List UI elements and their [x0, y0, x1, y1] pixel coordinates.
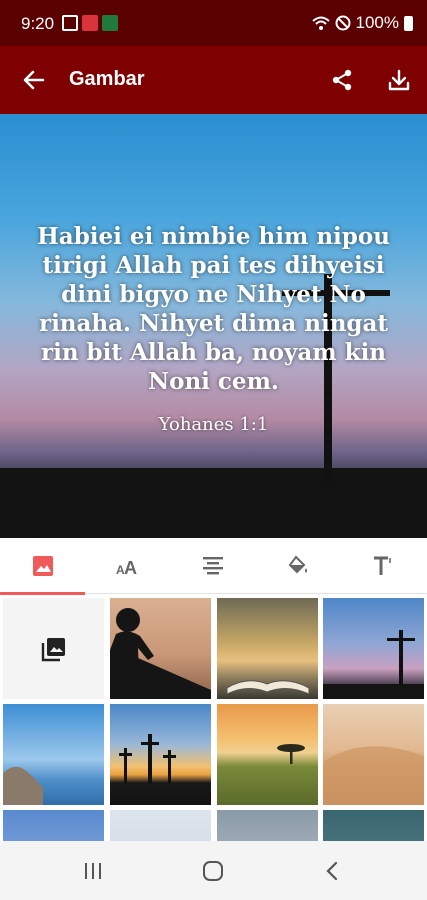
battery-icon: [404, 15, 413, 31]
page-title: Gambar: [69, 68, 145, 90]
status-bar: 9:20 100%: [0, 0, 427, 46]
thumbnail-three-crosses[interactable]: [110, 704, 211, 805]
align-center-icon: [202, 557, 223, 575]
thumbnail-pale-sky[interactable]: [110, 810, 211, 841]
tab-color[interactable]: [255, 538, 340, 594]
tab-background-image[interactable]: [0, 538, 85, 595]
share-button[interactable]: [322, 60, 362, 100]
font-style-icon: [373, 556, 391, 575]
thumbnail-dark-teal[interactable]: [323, 810, 424, 841]
child-silhouette-image: [110, 608, 211, 699]
recents-icon: [85, 863, 101, 879]
horizon-silhouette: [0, 468, 427, 538]
thumbnail-cross-dusk[interactable]: [323, 598, 424, 699]
thumbnail-child-reading[interactable]: [110, 598, 211, 699]
do-not-disturb-icon: [335, 15, 351, 31]
verse-text[interactable]: Habiei ei nimbie him nipou tirigi Allah …: [20, 222, 407, 396]
download-button[interactable]: [379, 60, 419, 100]
open-book-image: [226, 680, 310, 695]
thumbnail-desert-dunes[interactable]: [323, 704, 424, 805]
verse-image-preview: Habiei ei nimbie him nipou tirigi Allah …: [0, 114, 427, 538]
rocks-image: [3, 766, 43, 805]
arrow-back-icon: [23, 70, 45, 90]
nav-back-button[interactable]: [312, 851, 352, 891]
thumbnail-open-bible[interactable]: [217, 598, 318, 699]
download-notification-icon: [102, 15, 118, 31]
tab-font-style[interactable]: [340, 538, 425, 594]
share-icon: [332, 69, 352, 91]
thumbnail-blue-sky[interactable]: [3, 810, 104, 841]
back-button[interactable]: [14, 60, 54, 100]
thumbnail-savanna-tree[interactable]: [217, 704, 318, 805]
chevron-left-icon: [326, 861, 338, 881]
three-crosses-image: [119, 734, 176, 784]
thumbnail-cloudy-hills[interactable]: [217, 810, 318, 841]
background-image-grid: [0, 595, 427, 841]
app-notification-icon: [82, 15, 98, 31]
gallery-notification-icon: [62, 15, 78, 31]
status-time: 9:20: [21, 14, 55, 33]
wifi-icon: [311, 16, 330, 30]
home-button[interactable]: [193, 851, 233, 891]
notification-icons: [62, 15, 118, 31]
system-nav-bar: [0, 841, 427, 900]
recent-apps-button[interactable]: [73, 851, 113, 891]
svg-text:A: A: [124, 558, 137, 577]
photo-library-icon: [41, 637, 65, 661]
paint-bucket-icon: [288, 555, 307, 574]
tab-text-align[interactable]: [170, 538, 255, 594]
acacia-tree-image: [277, 744, 305, 764]
editor-tabs: A A: [0, 538, 427, 595]
gallery-picker-button[interactable]: [3, 598, 104, 699]
battery-percent: 100%: [355, 13, 399, 32]
download-icon: [388, 69, 410, 91]
status-right: 100%: [311, 13, 413, 33]
thumbnail-lake-rocks[interactable]: [3, 704, 104, 805]
app-bar: Gambar: [0, 46, 427, 114]
text-size-icon: A A: [116, 558, 137, 577]
cross-image: [323, 630, 424, 699]
dunes-image: [323, 746, 424, 805]
verse-reference[interactable]: Yohanes 1:1: [0, 414, 427, 435]
home-icon: [203, 861, 223, 881]
image-icon: [32, 556, 53, 576]
tab-text-size[interactable]: A A: [85, 538, 170, 594]
